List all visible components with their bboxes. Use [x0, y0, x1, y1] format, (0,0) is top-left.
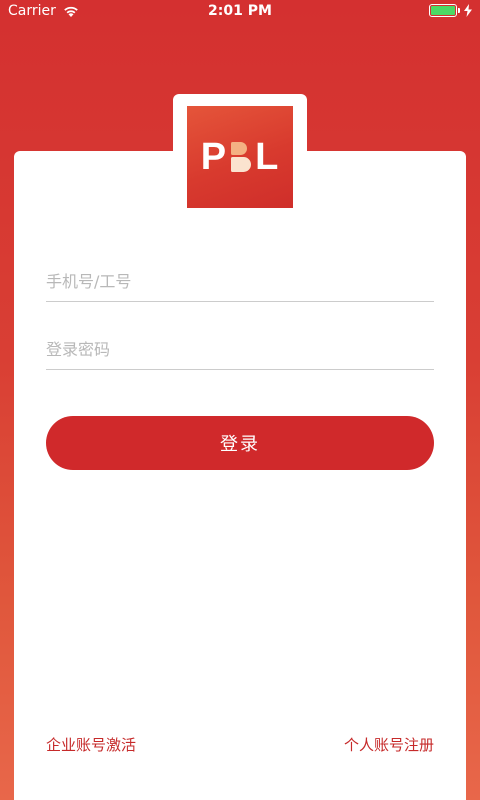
charging-bolt-icon — [464, 4, 472, 17]
password-input[interactable] — [46, 330, 434, 370]
enterprise-account-activate-link[interactable]: 企业账号激活 — [46, 734, 136, 755]
logo-letter-l: L — [255, 135, 280, 178]
b-logo-mark-icon — [229, 142, 253, 172]
b-logo-mark-top — [231, 142, 248, 155]
status-bar: Carrier 2:01 PM — [0, 0, 480, 24]
battery-fill — [431, 6, 455, 15]
b-logo-mark-bottom — [231, 157, 252, 172]
logo-letter-p: P — [200, 135, 228, 178]
battery-icon — [429, 4, 457, 17]
login-card — [14, 151, 466, 800]
login-button[interactable]: 登录 — [46, 416, 434, 470]
status-time: 2:01 PM — [208, 3, 272, 19]
battery-tip — [458, 8, 460, 13]
personal-account-register-link[interactable]: 个人账号注册 — [344, 734, 434, 755]
logo-text: P L — [201, 136, 280, 179]
app-logo: P L — [187, 106, 293, 208]
status-right — [429, 4, 472, 17]
phone-or-employee-id-input[interactable] — [46, 262, 434, 302]
